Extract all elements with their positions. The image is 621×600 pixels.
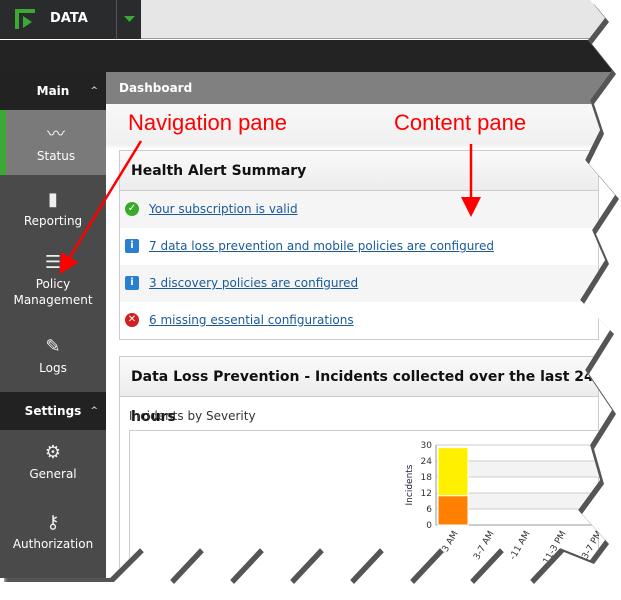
- sidebar-item-label: Policy Management: [13, 277, 93, 307]
- panel-title: Data Loss Prevention - Incidents collect…: [120, 357, 598, 425]
- page-title: Dashboard: [106, 72, 615, 104]
- alert-link[interactable]: 7 data loss prevention and mobile polici…: [149, 239, 494, 253]
- section-settings[interactable]: Settings ^: [0, 392, 106, 430]
- section-main[interactable]: Main ^: [0, 72, 106, 110]
- alert-link[interactable]: Your subscription is valid: [149, 202, 298, 216]
- sidebar-item-policy-management[interactable]: ☰ Policy Management: [0, 250, 106, 308]
- x-tick-label: 3-7 PM: [581, 530, 605, 562]
- error-icon: ✕: [125, 313, 139, 327]
- panel-title: Health Alert Summary: [120, 151, 598, 191]
- sidebar-item-general[interactable]: ⚙ General: [0, 440, 106, 482]
- gear-icon: ⚙: [44, 442, 62, 463]
- alert-link[interactable]: 6 missing essential configurations: [149, 313, 354, 327]
- alert-item: ✓ Your subscription is valid: [120, 191, 598, 228]
- x-tick-label: 7-11 AM: [505, 530, 532, 567]
- user-key-icon: ⚷: [46, 512, 60, 533]
- chevron-down-icon: [124, 16, 135, 22]
- y-tick-label: 0: [426, 521, 432, 531]
- health-alert-panel: Health Alert Summary ✓ Your subscription …: [119, 150, 599, 340]
- sidebar-item-logs[interactable]: ✎ Logs: [0, 334, 106, 376]
- sidebar-item-label: Reporting: [23, 214, 83, 228]
- document-edit-icon: ✎: [45, 336, 61, 357]
- pulse-icon: 〰: [47, 124, 65, 145]
- sidebar-item-label: Status: [36, 149, 76, 163]
- info-icon: i: [125, 239, 139, 253]
- chevron-up-icon: ^: [90, 406, 98, 416]
- alert-item: i 3 discovery policies are configured: [120, 265, 598, 302]
- logo: DATA: [0, 0, 116, 39]
- app-title: DATA: [50, 11, 88, 26]
- toolbar: [0, 40, 615, 72]
- bar-segment[interactable]: [437, 495, 469, 526]
- alert-item: i 7 data loss prevention and mobile polic…: [120, 228, 598, 265]
- info-icon: i: [125, 276, 139, 290]
- y-tick-label: 6: [426, 505, 432, 515]
- y-tick-label: 12: [421, 489, 432, 499]
- check-icon: ✓: [125, 202, 139, 216]
- sidebar-item-authorization[interactable]: ⚷ Authorization: [0, 510, 106, 552]
- section-label: Main: [36, 84, 70, 98]
- bar-segment[interactable]: [437, 447, 469, 497]
- sidebar-item-status[interactable]: 〰 Status: [0, 110, 106, 175]
- sidebar-item-label: General: [29, 467, 77, 481]
- y-axis-label: Incidents: [405, 464, 415, 505]
- y-tick-label: 24: [421, 457, 433, 467]
- annotation-content-pane: Content pane: [394, 110, 527, 135]
- alert-item: ✕ 6 missing essential configurations: [120, 302, 598, 339]
- y-tick-label: 18: [421, 473, 433, 483]
- annotation-navigation-pane: Navigation pane: [128, 110, 288, 135]
- chevron-up-icon: ^: [90, 86, 98, 96]
- sidebar-item-label: Logs: [39, 361, 67, 375]
- app-dropdown-button[interactable]: [116, 0, 141, 39]
- section-label: Settings: [24, 404, 82, 418]
- alert-link[interactable]: 3 discovery policies are configured: [149, 276, 358, 290]
- sidebar-item-reporting[interactable]: ▮ Reporting: [0, 187, 106, 229]
- navigation-pane: Main ^ 〰 Status ▮ Reporting ☰ Policy Managem…: [0, 72, 106, 580]
- bar-chart-icon: ▮: [48, 189, 58, 210]
- sidebar-item-label: Authorization: [12, 537, 94, 551]
- incidents-chart: 0612182430Incidents11-3 AM 3-7 AM 7-11 AM 1…: [405, 441, 615, 567]
- x-tick-label: 11-3 AM: [433, 530, 460, 567]
- list-icon: ☰: [44, 252, 62, 273]
- logo-icon: [15, 9, 35, 29]
- chart-subtitle: Incidents by Severity: [129, 409, 256, 423]
- y-tick-label: 30: [421, 441, 433, 451]
